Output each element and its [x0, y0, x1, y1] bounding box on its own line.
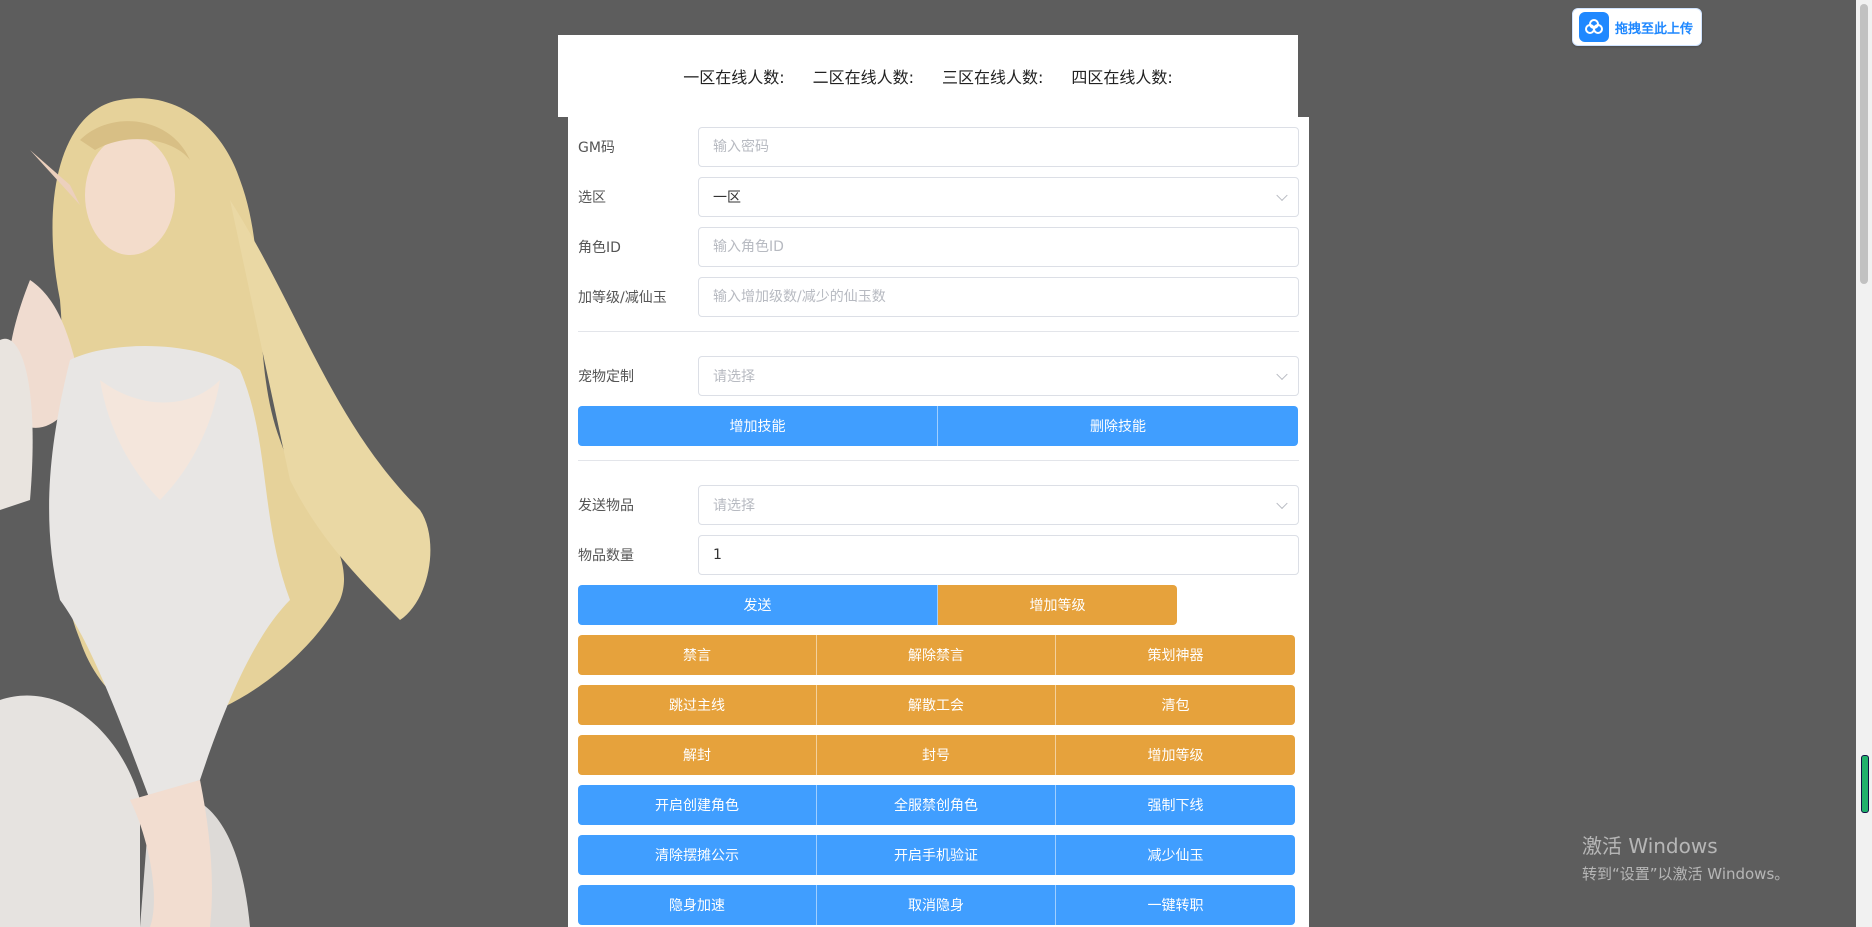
gm-form-panel: GM码 选区 一区 角色ID 加等级/减仙玉 宠物定制 请选择 增加技能 删除技…	[568, 117, 1309, 927]
role-id-input[interactable]	[698, 227, 1299, 267]
chevron-down-icon	[1276, 368, 1288, 381]
character-illustration	[0, 80, 460, 927]
zone-row: 选区 一区	[578, 177, 1299, 217]
zone-select[interactable]: 一区	[698, 177, 1299, 217]
cloud-icon	[1579, 12, 1609, 42]
force-offline-button[interactable]: 强制下线	[1056, 785, 1295, 825]
upload-label: 拖拽至此上传	[1615, 21, 1694, 37]
send-button[interactable]: 发送	[578, 585, 938, 625]
watermark-title: 激活 Windows	[1582, 834, 1718, 858]
online-count-header: 一区在线人数: 二区在线人数: 三区在线人数: 四区在线人数:	[558, 35, 1298, 117]
gm-code-label: GM码	[578, 140, 615, 156]
stealth-speed-button[interactable]: 隐身加速	[578, 885, 817, 925]
action-row-1: 禁言 解除禁言 策划神器	[578, 635, 1299, 675]
side-indicator	[1861, 755, 1869, 813]
action-row-6: 隐身加速 取消隐身 一键转职	[578, 885, 1299, 925]
reduce-jade-button[interactable]: 减少仙玉	[1056, 835, 1295, 875]
level-jade-label: 加等级/减仙玉	[578, 290, 667, 306]
chevron-down-icon	[1276, 189, 1288, 202]
item-label: 发送物品	[578, 498, 634, 514]
item-qty-label: 物品数量	[578, 548, 634, 564]
scrollbar-thumb[interactable]	[1860, 4, 1868, 284]
unmute-button[interactable]: 解除禁言	[817, 635, 1056, 675]
one-click-job-change-button[interactable]: 一键转职	[1056, 885, 1295, 925]
item-select-placeholder: 请选择	[713, 498, 755, 514]
disable-role-creation-button[interactable]: 全服禁创角色	[817, 785, 1056, 825]
divider	[578, 331, 1299, 332]
pet-select-placeholder: 请选择	[713, 369, 755, 385]
zone4-online-count: 四区在线人数:	[1071, 68, 1173, 87]
level-jade-input[interactable]	[698, 277, 1299, 317]
enable-role-creation-button[interactable]: 开启创建角色	[578, 785, 817, 825]
windows-activation-watermark: 激活 Windows 转到“设置”以激活 Windows。	[1582, 830, 1789, 884]
add-skill-button[interactable]: 增加技能	[578, 406, 938, 446]
zone-label: 选区	[578, 190, 606, 206]
level-jade-row: 加等级/减仙玉	[578, 277, 1299, 317]
action-row-4: 开启创建角色 全服禁创角色 强制下线	[578, 785, 1299, 825]
action-row-5: 清除摆摊公示 开启手机验证 减少仙玉	[578, 835, 1299, 875]
zone2-online-count: 二区在线人数:	[812, 68, 914, 87]
item-qty-input[interactable]	[698, 535, 1299, 575]
item-qty-row: 物品数量	[578, 535, 1299, 575]
zone1-online-count: 一区在线人数:	[683, 68, 785, 87]
item-select[interactable]: 请选择	[698, 485, 1299, 525]
pet-select[interactable]: 请选择	[698, 356, 1299, 396]
delete-skill-button[interactable]: 删除技能	[938, 406, 1298, 446]
disband-guild-button[interactable]: 解散工会	[817, 685, 1056, 725]
role-id-label: 角色ID	[578, 240, 621, 256]
zone-select-value: 一区	[713, 190, 741, 206]
gm-code-row: GM码	[578, 127, 1299, 167]
divider	[578, 460, 1299, 461]
clear-bag-button[interactable]: 清包	[1056, 685, 1295, 725]
watermark-subtitle: 转到“设置”以激活 Windows。	[1582, 865, 1790, 883]
upload-drop-button[interactable]: 拖拽至此上传	[1572, 8, 1702, 46]
zone3-online-count: 三区在线人数:	[942, 68, 1044, 87]
role-id-row: 角色ID	[578, 227, 1299, 267]
action-row-2: 跳过主线 解散工会 清包	[578, 685, 1299, 725]
skill-button-group: 增加技能 删除技能	[578, 406, 1299, 446]
add-level-button[interactable]: 增加等级	[938, 585, 1177, 625]
cancel-stealth-button[interactable]: 取消隐身	[817, 885, 1056, 925]
pet-label: 宠物定制	[578, 369, 634, 385]
item-row: 发送物品 请选择	[578, 485, 1299, 525]
enable-phone-verify-button[interactable]: 开启手机验证	[817, 835, 1056, 875]
action-row-3: 解封 封号 增加等级	[578, 735, 1299, 775]
add-level-button-2[interactable]: 增加等级	[1056, 735, 1295, 775]
skip-main-quest-button[interactable]: 跳过主线	[578, 685, 817, 725]
ban-account-button[interactable]: 封号	[817, 735, 1056, 775]
clear-stall-notice-button[interactable]: 清除摆摊公示	[578, 835, 817, 875]
send-button-group: 发送 增加等级	[578, 585, 1299, 625]
mute-button[interactable]: 禁言	[578, 635, 817, 675]
gm-code-input[interactable]	[698, 127, 1299, 167]
unban-button[interactable]: 解封	[578, 735, 817, 775]
planner-artifact-button[interactable]: 策划神器	[1056, 635, 1295, 675]
chevron-down-icon	[1276, 497, 1288, 510]
pet-row: 宠物定制 请选择	[578, 356, 1299, 396]
